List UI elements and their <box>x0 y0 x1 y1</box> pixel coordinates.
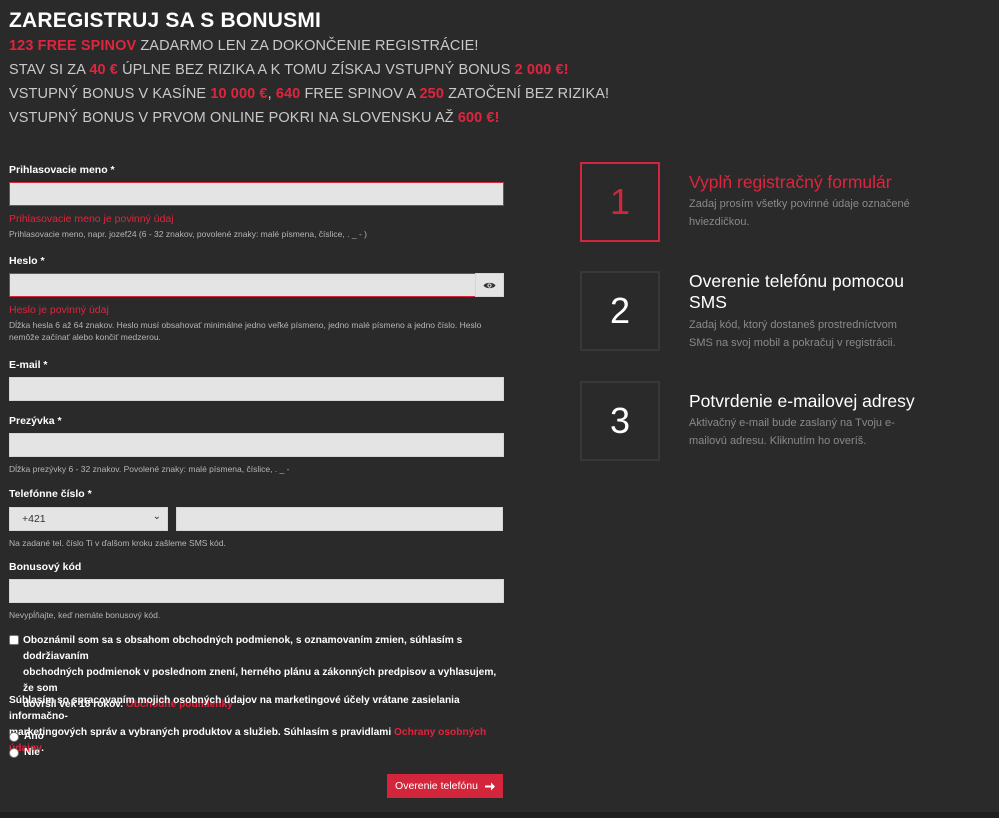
radio-circle-icon <box>9 747 19 758</box>
step-number-box: 2 <box>580 271 660 351</box>
arrow-right-icon <box>484 782 495 790</box>
show-password-button[interactable] <box>475 273 504 297</box>
chevron-down-icon: ⌄ <box>152 511 161 522</box>
phone-prefix-select[interactable]: +421 ⌄ <box>9 507 168 531</box>
phone-hint: Na zadané tel. číslo Ti v ďalšom kroku z… <box>9 538 226 548</box>
privacy-consent-text: Súhlasím so spracovaním mojich osobných … <box>9 695 487 754</box>
step-title: Potvrdenie e-mailovej adresy <box>689 391 915 411</box>
terms-checkbox[interactable] <box>9 635 19 645</box>
username-hint: Prihlasovacie meno, napr. jozef24 (6 - 3… <box>9 229 367 239</box>
privacy-no-radio[interactable]: Nie <box>9 747 40 758</box>
step-description: Aktivačný e-mail bude zaslaný na Tvoju e… <box>689 417 895 447</box>
promo-line-4: VSTUPNÝ BONUS V PRVOM ONLINE POKRI NA SL… <box>9 110 500 126</box>
promo-line-1: 123 FREE SPINOV ZADARMO LEN ZA DOKONČENI… <box>9 38 479 54</box>
step-description: Zadaj kód, ktorý dostaneš prostredníctvo… <box>689 319 897 349</box>
phone-prefix-value: +421 <box>22 513 46 525</box>
username-label: Prihlasovacie meno * <box>9 164 115 176</box>
promo-header: ZAREGISTRUJ SA S BONUSMI 123 FREE SPINOV… <box>9 8 989 130</box>
email-input[interactable] <box>9 377 504 401</box>
bonus-code-input[interactable] <box>9 579 504 603</box>
step-title: Overenie telefónu pomocou SMS <box>689 271 904 312</box>
promo-line-2: STAV SI ZA 40 € ÚPLNE BEZ RIZIKA A K TOM… <box>9 62 569 78</box>
email-label: E-mail * <box>9 359 48 371</box>
password-hint: Dĺžka hesla 6 až 64 znakov. Heslo musí o… <box>9 320 482 342</box>
page-title: ZAREGISTRUJ SA S BONUSMI <box>9 9 322 32</box>
footer-divider <box>0 812 999 818</box>
nickname-label: Prezývka * <box>9 415 62 427</box>
password-error: Heslo je povinný údaj <box>9 304 109 316</box>
username-input[interactable] <box>9 182 504 206</box>
phone-label: Telefónne číslo * <box>9 488 92 500</box>
verify-phone-button[interactable]: Overenie telefónu <box>387 774 503 798</box>
step-description: Zadaj prosím všetky povinné údaje označe… <box>689 198 910 228</box>
radio-circle-icon <box>9 731 19 742</box>
step-title: Vyplň registračný formulár <box>689 172 892 192</box>
registration-page: ZAREGISTRUJ SA S BONUSMI 123 FREE SPINOV… <box>0 0 999 812</box>
eye-icon <box>483 282 496 288</box>
password-label: Heslo * <box>9 255 45 267</box>
nickname-hint: Dĺžka prezývky 6 - 32 znakov. Povolené z… <box>9 464 290 474</box>
password-input[interactable] <box>9 273 476 297</box>
step-number-box: 1 <box>580 162 660 242</box>
promo-line-3: VSTUPNÝ BONUS V KASÍNE 10 000 €, 640 FRE… <box>9 86 610 102</box>
phone-number-input[interactable] <box>176 507 503 531</box>
privacy-yes-radio[interactable]: Áno <box>9 731 44 742</box>
bonus-code-label: Bonusový kód <box>9 561 82 573</box>
step-number-box: 3 <box>580 381 660 461</box>
username-error: Prihlasovacie meno je povinný údaj <box>9 213 174 225</box>
bonus-code-hint: Nevypĺňajte, keď nemáte bonusový kód. <box>9 610 161 620</box>
nickname-input[interactable] <box>9 433 504 457</box>
